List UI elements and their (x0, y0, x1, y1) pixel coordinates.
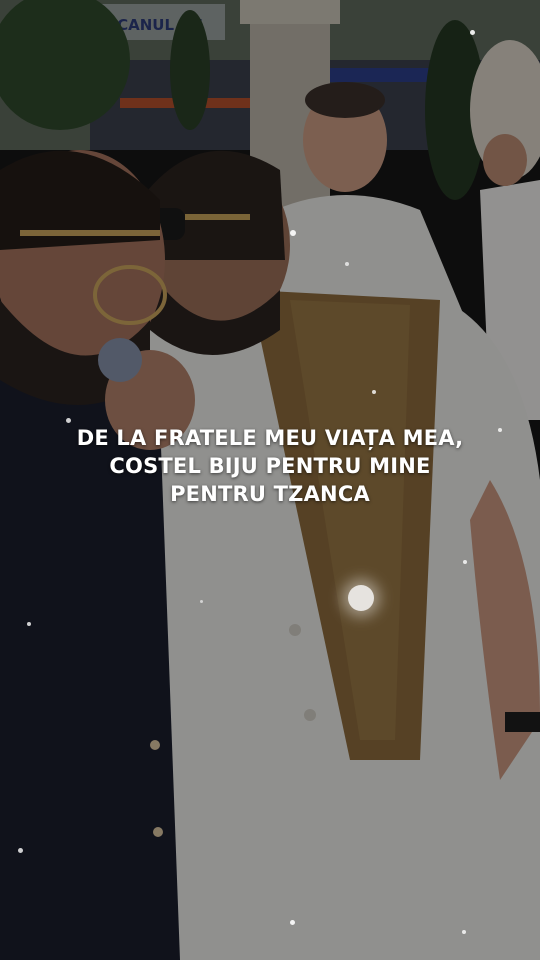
sparkle (498, 428, 502, 432)
sparkle (345, 262, 349, 266)
sparkle (18, 848, 23, 853)
sparkle (463, 560, 467, 564)
sparkle (290, 920, 295, 925)
video-frame: CANUL BU DE LA FRATELE MEU VIAȚA MEA, CO… (0, 0, 540, 960)
sparkle (66, 418, 71, 423)
lyrics-caption: DE LA FRATELE MEU VIAȚA MEA, COSTEL BIJU… (76, 426, 464, 506)
sparkle (470, 30, 475, 35)
sparkle (200, 600, 203, 603)
sparkle (27, 622, 31, 626)
sparkle (348, 585, 374, 611)
sparkle (372, 390, 376, 394)
sparkle (462, 930, 466, 934)
sparkle (290, 230, 296, 236)
